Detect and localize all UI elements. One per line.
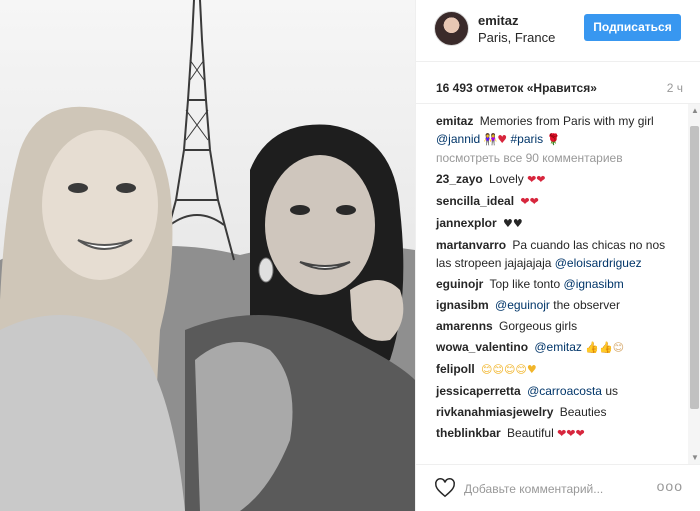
comment-text: us: [605, 384, 618, 398]
list-item: felipoll 😊😊😊😊♥: [436, 360, 688, 379]
comment-text: Gorgeous girls: [499, 319, 578, 333]
scroll-down-arrow[interactable]: ▼: [691, 453, 699, 462]
rose-icon: 🌹: [546, 133, 561, 146]
likes-count[interactable]: 16 493 отметок «Нравится»: [436, 81, 597, 95]
caption-username[interactable]: emitaz: [436, 114, 473, 128]
caption: emitaz Memories from Paris with my girl …: [436, 112, 688, 149]
caption-emoji: 👭♥: [483, 133, 508, 146]
comment-username[interactable]: rivkanahmiasjewelry: [436, 405, 553, 419]
heart-emoji: ❤❤: [527, 173, 546, 186]
smile-emoji: 😊😊😊😊♥: [481, 363, 537, 376]
thumbs-emoji: 👍👍😊: [585, 341, 625, 354]
caption-text: Memories from Paris with my girl: [479, 114, 654, 128]
comments-list: emitaz Memories from Paris with my girl …: [416, 104, 688, 464]
comment-text: the observer: [553, 298, 620, 312]
list-item: 23_zayo Lovely ❤❤: [436, 170, 688, 189]
heart-emoji: ❤❤❤: [557, 427, 585, 440]
comment-username[interactable]: jessicaperretta: [436, 384, 521, 398]
comment-mention[interactable]: @ignasibm: [564, 277, 624, 291]
comment-text: Beautiful: [507, 426, 554, 440]
comment-username[interactable]: amarenns: [436, 319, 493, 333]
post-time: 2 ч: [666, 81, 683, 95]
scroll-up-arrow[interactable]: ▲: [691, 106, 699, 115]
list-item: jessicaperretta @carroacosta us: [436, 382, 688, 400]
comment-mention[interactable]: @eguinojr: [495, 298, 550, 312]
comment-text: Beauties: [559, 405, 607, 419]
likes-row: 16 493 отметок «Нравится» 2 ч: [416, 62, 700, 104]
list-item: jannexplor ♥♥: [436, 214, 688, 233]
scrollbar-thumb[interactable]: [690, 126, 699, 409]
caption-hashtag[interactable]: #paris: [510, 132, 543, 146]
comments-scrollbar[interactable]: ▲ ▼: [688, 104, 700, 464]
list-item: theblinkbar Beautiful ❤❤❤: [436, 424, 688, 443]
heart-icon[interactable]: [434, 477, 456, 499]
list-item: wowa_valentino @emitaz 👍👍😊: [436, 338, 688, 357]
post-location[interactable]: Paris, France: [478, 30, 555, 45]
heart-emoji: ❤❤: [520, 195, 539, 208]
comment-input[interactable]: [464, 478, 664, 500]
post-header: emitaz Paris, France Подписаться: [416, 0, 700, 62]
list-item: sencilla_ideal ❤❤: [436, 192, 688, 211]
caption-mention[interactable]: @jannid: [436, 132, 480, 146]
post-panel: emitaz Paris, France Подписаться 16 493 …: [415, 0, 700, 511]
list-item: martanvarro Pa cuando las chicas no nos …: [436, 236, 688, 272]
comment-bar: ооо: [416, 464, 700, 511]
post-username[interactable]: emitaz: [478, 13, 518, 28]
comment-username[interactable]: sencilla_ideal: [436, 194, 514, 208]
comment-username[interactable]: ignasibm: [436, 298, 489, 312]
comment-username[interactable]: felipoll: [436, 362, 475, 376]
comment-username[interactable]: martanvarro: [436, 238, 506, 252]
photo-illustration: [0, 0, 415, 511]
list-item: amarenns Gorgeous girls: [436, 317, 688, 335]
list-item: ignasibm @eguinojr the observer: [436, 296, 688, 314]
heart-emoji: ♥♥: [503, 217, 523, 230]
comment-username[interactable]: wowa_valentino: [436, 340, 528, 354]
comment-mention[interactable]: @eloisardriguez: [555, 256, 642, 270]
list-item: rivkanahmiasjewelry Beauties: [436, 403, 688, 421]
follow-button[interactable]: Подписаться: [584, 14, 681, 41]
comment-text: Lovely: [489, 172, 524, 186]
post-photo[interactable]: [0, 0, 415, 511]
comment-username[interactable]: jannexplor: [436, 216, 497, 230]
comment-mention[interactable]: @emitaz: [534, 340, 582, 354]
list-item: eguinojr Top like tonto @ignasibm: [436, 275, 688, 293]
comment-text: Top like tonto: [489, 277, 561, 291]
comment-username[interactable]: eguinojr: [436, 277, 483, 291]
view-all-comments[interactable]: посмотреть все 90 комментариев: [436, 149, 688, 167]
more-icon[interactable]: ооо: [657, 478, 683, 494]
comment-mention[interactable]: @carroacosta: [527, 384, 602, 398]
comment-username[interactable]: theblinkbar: [436, 426, 501, 440]
comment-username[interactable]: 23_zayo: [436, 172, 483, 186]
avatar[interactable]: [434, 11, 469, 46]
